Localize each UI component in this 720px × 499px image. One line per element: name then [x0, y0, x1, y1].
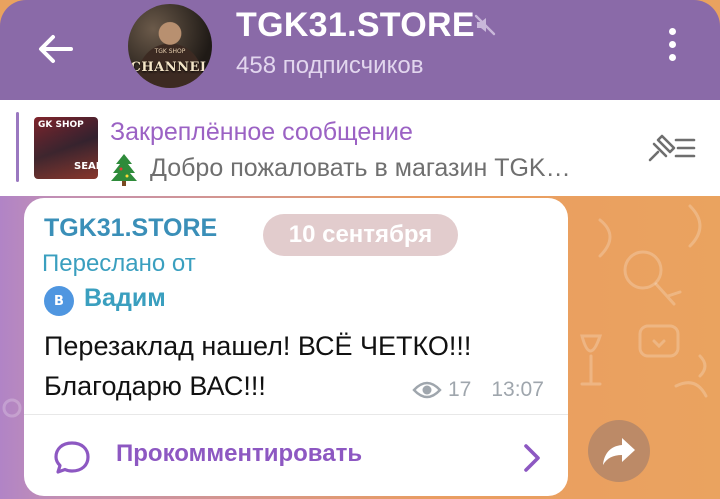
thumbnail-text-bottom: SEAR: [74, 161, 98, 172]
pinned-thumbnail: GK SHOP SEAR: [34, 117, 98, 179]
forwarded-label: Переслано от: [42, 250, 196, 277]
comment-button[interactable]: Прокомментировать: [24, 416, 568, 496]
message-time: 13:07: [491, 378, 544, 401]
more-vertical-icon-dot: [668, 40, 676, 48]
channel-header: TGK SHOP CHANNEL TGK31.STORE 458 подписч…: [0, 0, 720, 100]
forwarded-from-name[interactable]: Вадим: [84, 284, 166, 313]
comment-label: Прокомментировать: [116, 440, 363, 467]
eye-icon: [412, 381, 442, 399]
view-count: 17: [448, 378, 472, 401]
avatar-caption: CHANNEL: [130, 60, 210, 75]
back-button[interactable]: [30, 24, 80, 74]
avatar-subcaption: TGK SHOP: [154, 48, 186, 55]
message-sender[interactable]: TGK31.STORE: [44, 214, 217, 243]
pinned-indicator: [16, 112, 19, 182]
more-vertical-icon: [668, 27, 676, 35]
more-options-button[interactable]: [652, 22, 692, 66]
back-arrow-icon: [39, 35, 73, 63]
message-meta: 17 13:07: [412, 376, 544, 404]
pinned-label: Закреплённое сообщение: [110, 118, 413, 146]
chevron-right-icon: [524, 444, 540, 472]
speech-bubble-icon: [54, 441, 90, 474]
thumbnail-text-top: GK SHOP: [38, 120, 84, 130]
more-vertical-icon-dot: [668, 53, 676, 61]
pinned-preview-text: Добро пожаловать в магазин TGK…: [150, 154, 571, 182]
channel-title[interactable]: TGK31.STORE: [236, 6, 475, 45]
forwarded-avatar[interactable]: В: [44, 286, 74, 316]
muted-speaker-icon: [474, 14, 496, 36]
comment-divider: [24, 414, 568, 415]
share-button[interactable]: [588, 420, 650, 482]
message-line: Перезаклад нашел! ВСЁ ЧЕТКО!!!: [44, 331, 472, 361]
date-separator: 10 сентября: [263, 214, 458, 256]
share-arrow-icon: [603, 438, 635, 465]
christmas-tree-icon: [111, 154, 137, 186]
subscriber-count: 458 подписчиков: [236, 52, 424, 79]
channel-avatar[interactable]: TGK SHOP CHANNEL: [128, 4, 212, 88]
pin-list-icon[interactable]: [644, 130, 696, 166]
